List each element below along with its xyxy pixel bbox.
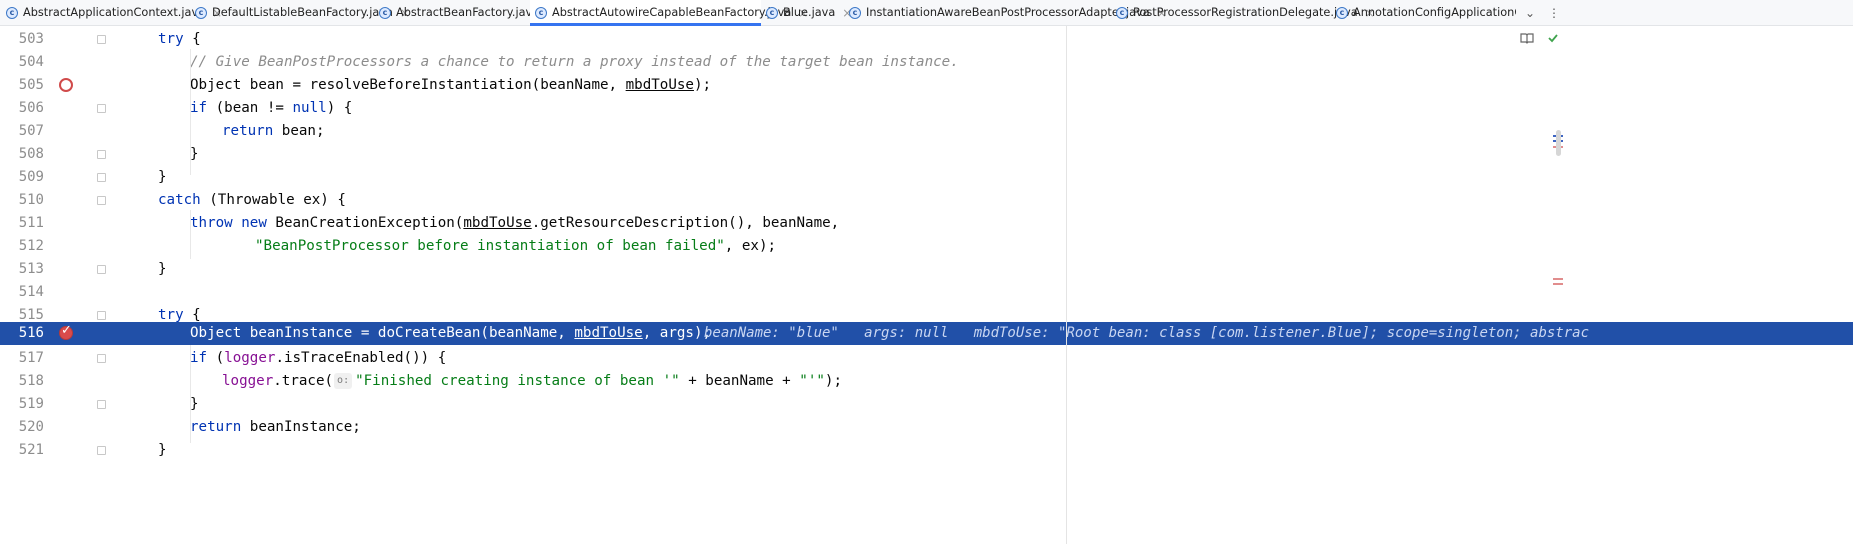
fold-icon[interactable] <box>97 173 106 182</box>
line-number: 521 <box>18 442 44 458</box>
indent-guide <box>190 49 191 175</box>
line-number: 516 <box>18 325 44 341</box>
fold-icon[interactable] <box>97 265 106 274</box>
code-text: } <box>158 442 167 458</box>
tab-label: AbstractApplicationContext.java <box>23 6 206 19</box>
tab-label: DefaultListableBeanFactory.java <box>212 6 393 19</box>
code-line[interactable]: 521 } <box>0 437 1853 464</box>
java-class-icon: c <box>6 6 18 19</box>
java-class-icon: c <box>1336 6 1348 19</box>
book-icon[interactable] <box>1520 32 1534 48</box>
scroll-marker[interactable] <box>1553 278 1563 280</box>
tab-abstract-bean-factory[interactable]: c AbstractBeanFactory.java × <box>379 0 556 25</box>
right-margin-guide <box>1066 26 1067 544</box>
indent-guide <box>190 345 191 443</box>
tab-abstract-autowire-capable-bean-factory[interactable]: c AbstractAutowireCapableBeanFactory.jav… <box>530 0 808 26</box>
tab-instantiation-aware-bean-post-processor-adapter[interactable]: c InstantiationAwareBeanPostProcessorAda… <box>849 0 1167 25</box>
tab-label: AbstractBeanFactory.java <box>396 6 540 19</box>
parameter-hint: o: <box>334 373 353 389</box>
fold-icon[interactable] <box>97 400 106 409</box>
java-class-icon: c <box>535 6 547 19</box>
tab-blue[interactable]: c Blue.java × <box>766 0 852 25</box>
more-vertical-icon[interactable]: ⋮ <box>1546 0 1562 25</box>
tab-label: AbstractAutowireCapableBeanFactory.java <box>552 6 792 19</box>
inline-debug-values: beanName: "blue" args: null mbdToUse: "R… <box>704 325 1590 341</box>
scrollbar-thumb[interactable] <box>1556 130 1561 156</box>
code-text: Object beanInstance = doCreateBean(beanN… <box>190 325 712 341</box>
editor-tab-bar: c AbstractApplicationContext.java × c De… <box>0 0 1853 26</box>
tab-label: AnnotationConfigApplicationContext. <box>1353 6 1516 19</box>
fold-icon[interactable] <box>97 354 106 363</box>
java-class-icon: c <box>849 6 861 19</box>
tab-post-processor-registration-delegate[interactable]: c PostProcessorRegistrationDelegate.java… <box>1116 0 1375 25</box>
tab-annotation-config-application-context[interactable]: c AnnotationConfigApplicationContext. <box>1336 0 1516 25</box>
java-class-icon: c <box>1116 6 1128 19</box>
execution-line[interactable]: 516 Object beanInstance = doCreateBean(b… <box>0 322 1853 345</box>
scroll-marker[interactable] <box>1553 283 1563 285</box>
breakpoint-icon[interactable] <box>59 78 73 92</box>
fold-icon[interactable] <box>97 196 106 205</box>
java-class-icon: c <box>195 6 207 19</box>
java-class-icon: c <box>379 6 391 19</box>
tab-default-listable-bean-factory[interactable]: c DefaultListableBeanFactory.java × <box>195 0 410 25</box>
chevron-down-icon[interactable]: ⌄ <box>1520 0 1540 25</box>
fold-icon[interactable] <box>97 104 106 113</box>
tab-label: Blue.java <box>783 6 836 19</box>
fold-icon[interactable] <box>97 35 106 44</box>
fold-icon[interactable] <box>97 150 106 159</box>
check-icon <box>1547 32 1559 48</box>
java-class-icon: c <box>766 6 778 19</box>
tab-abstract-application-context[interactable]: c AbstractApplicationContext.java × <box>6 0 222 25</box>
fold-icon[interactable] <box>97 446 106 455</box>
fold-icon[interactable] <box>97 311 106 320</box>
breakpoint-hit-icon[interactable] <box>59 323 73 340</box>
tab-label: InstantiationAwareBeanPostProcessorAdapt… <box>866 6 1150 19</box>
indent-guide <box>190 210 191 259</box>
tab-label: PostProcessorRegistrationDelegate.java <box>1133 6 1358 19</box>
